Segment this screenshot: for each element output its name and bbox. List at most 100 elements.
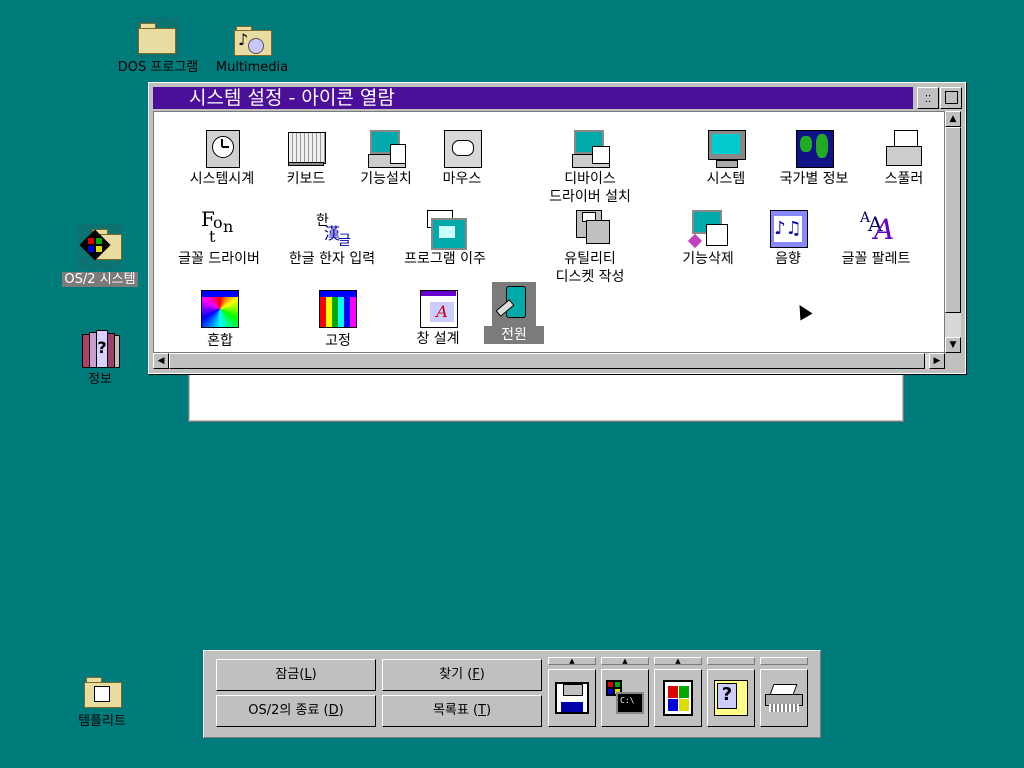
shutdown-button[interactable]: OS/2의 종료 (D) — [216, 695, 376, 727]
font-icon: Font — [201, 207, 234, 246]
desktop-icon-dos-programs[interactable]: DOS 프로그램 — [103, 18, 213, 75]
floppy-disk-icon — [555, 682, 589, 714]
object-label: 스풀러 — [884, 171, 924, 187]
launch-help-button[interactable]: ? — [707, 669, 755, 727]
desktop-icon-multimedia[interactable]: ♪ Multimedia — [212, 26, 292, 75]
triangle-up-icon: ▲ — [569, 657, 575, 665]
object-label: 디바이스 — [564, 171, 616, 187]
window-list-mnemonic: T — [478, 703, 486, 718]
arrow-down-icon: ▼ — [949, 340, 957, 350]
object-label: 프로그램 이주 — [404, 251, 486, 267]
object-power[interactable]: 전원 — [484, 282, 544, 344]
computer-install-icon — [368, 130, 406, 168]
desktop-icon-templates[interactable]: 템플리트 — [60, 672, 144, 729]
object-color-mix[interactable]: 혼합 — [180, 290, 260, 350]
drawer-button-4[interactable] — [707, 657, 755, 665]
window-list-button[interactable]: 목록표 (T) — [382, 695, 542, 727]
keyboard-icon — [288, 130, 326, 166]
launch-pad: 잠금(L) 찾기 (F) OS/2의 종료 (D) 목록표 (T) ▲ ▲ ▲ … — [203, 650, 821, 738]
remove-feature-icon — [687, 210, 728, 249]
object-utility-diskette[interactable]: 유틸리티 디스켓 작성 — [530, 210, 650, 286]
object-font-driver[interactable]: Font 글꼴 드라이버 — [164, 207, 274, 268]
font-palette-icon: A A A — [860, 210, 895, 246]
system-setup-window[interactable]: 시스템 설정 - 아이콘 열람 ⁚⁚ 시스템시계 키보드 기능설치 마우스 디바… — [148, 82, 966, 374]
launch-diskette-button[interactable] — [548, 669, 596, 727]
object-label: 국가별 정보 — [779, 171, 849, 187]
object-label: 고정 — [325, 333, 351, 349]
color-fixed-icon — [319, 290, 357, 328]
object-label-line2: 드라이버 설치 — [549, 189, 631, 205]
computer-device-icon — [572, 130, 610, 168]
object-font-palette[interactable]: A A A 글꼴 팔레트 — [824, 210, 928, 268]
object-window-design[interactable]: A 창 설계 — [398, 290, 478, 348]
vertical-scrollbar[interactable]: ▲ ▼ — [944, 111, 961, 353]
horizontal-scrollbar[interactable]: ◀ ▶ — [153, 352, 945, 369]
object-keyboard[interactable]: 키보드 — [266, 130, 346, 188]
object-spooler[interactable]: 스풀러 — [862, 130, 944, 188]
template-folder-icon — [82, 672, 122, 712]
object-label: 글꼴 팔레트 — [841, 251, 911, 267]
drawer-button-3[interactable]: ▲ — [654, 657, 702, 665]
desktop-icon-label: DOS 프로그램 — [117, 60, 199, 75]
desktop-icon-label: 템플리트 — [78, 714, 126, 729]
lockup-button[interactable]: 잠금(L) — [216, 659, 376, 691]
help-book-icon: ? — [714, 680, 748, 716]
object-remove-feature[interactable]: 기능삭제 — [668, 210, 748, 268]
vertical-scroll-thumb[interactable] — [945, 127, 961, 313]
desktop-icon-os2-system[interactable]: OS/2 시스템 — [52, 224, 148, 287]
object-label-line2: 디스켓 작성 — [555, 269, 625, 285]
globe-icon — [796, 130, 834, 168]
object-label: 글꼴 드라이버 — [178, 251, 260, 267]
lockup-label: 잠금( — [275, 667, 305, 682]
arrow-left-icon: ◀ — [157, 356, 165, 366]
object-program-migration[interactable]: 프로그램 이주 — [390, 210, 500, 268]
maximize-icon — [944, 91, 958, 104]
object-device-driver-install[interactable]: 디바이스 드라이버 설치 — [530, 130, 650, 206]
scroll-left-button[interactable]: ◀ — [153, 353, 169, 369]
scroll-right-button[interactable]: ▶ — [929, 353, 945, 369]
object-feature-install[interactable]: 기능설치 — [346, 130, 426, 188]
hangul-hanja-icon: 한 漢 글 — [316, 213, 351, 249]
object-color-fixed[interactable]: 고정 — [298, 290, 378, 350]
monitor-icon — [708, 130, 746, 168]
object-label: 창 설계 — [416, 331, 460, 347]
scroll-corner — [945, 353, 961, 369]
object-label: 기능설치 — [360, 171, 412, 187]
scroll-up-button[interactable]: ▲ — [945, 111, 961, 127]
minimize-button[interactable]: ⁚⁚ — [917, 87, 939, 109]
folder-icon — [136, 18, 180, 58]
find-button[interactable]: 찾기 (F) — [382, 659, 542, 691]
launch-windows-button[interactable] — [654, 669, 702, 727]
shutdown-label: OS/2의 종료 ( — [248, 703, 329, 718]
os2-system-folder-icon — [78, 224, 122, 270]
books-icon: ? — [80, 330, 120, 370]
object-label: 음향 — [775, 251, 801, 267]
desktop-icon-information[interactable]: ? 정보 — [70, 330, 130, 387]
drawer-button-2[interactable]: ▲ — [601, 657, 649, 665]
horizontal-scroll-thumb[interactable] — [169, 353, 925, 369]
drawer-button-5[interactable] — [760, 657, 808, 665]
object-hangul-hanja-input[interactable]: 한 漢 글 한글 한자 입력 — [272, 210, 392, 268]
maximize-button[interactable] — [940, 87, 962, 109]
object-label: 기능삭제 — [682, 251, 734, 267]
object-sound[interactable]: ♪♫ 음향 — [748, 210, 828, 268]
object-country-info[interactable]: 국가별 정보 — [764, 130, 864, 188]
triangle-up-icon: ▲ — [675, 657, 681, 665]
object-mouse[interactable]: 마우스 — [422, 130, 502, 188]
windows-icon — [663, 680, 693, 716]
desktop-icon-label: 정보 — [88, 372, 112, 387]
launch-os2-window-button[interactable]: C:\ — [601, 669, 649, 727]
object-label: 혼합 — [207, 333, 233, 349]
sound-icon: ♪♫ — [770, 210, 808, 248]
scroll-down-button[interactable]: ▼ — [945, 337, 961, 353]
object-label: 시스템 — [706, 171, 746, 187]
object-system[interactable]: 시스템 — [686, 130, 766, 188]
mouse-pointer-icon — [793, 301, 813, 321]
object-system-clock[interactable]: 시스템시계 — [174, 130, 270, 188]
triangle-up-icon: ▲ — [622, 657, 628, 665]
launch-shredder-button[interactable] — [760, 669, 808, 727]
lockup-mnemonic: L — [304, 667, 312, 682]
desktop-icon-label: OS/2 시스템 — [62, 272, 138, 287]
drawer-button-1[interactable]: ▲ — [548, 657, 596, 665]
object-label: 유틸리티 — [564, 251, 616, 267]
